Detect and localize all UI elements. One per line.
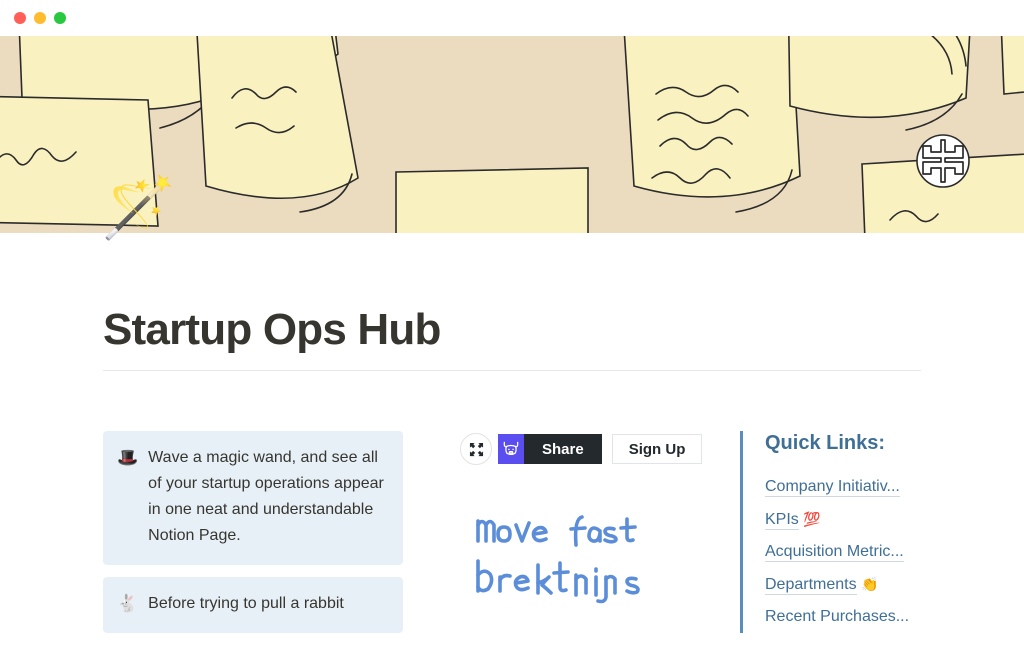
quick-link-label: Departments	[765, 576, 857, 595]
quick-link-label: Company Initiativ...	[765, 478, 900, 497]
sign-up-button[interactable]: Sign Up	[611, 434, 703, 464]
page-body: Startup Ops Hub 🎩 Wave a magic wand, and…	[0, 233, 1024, 640]
callout-block-2[interactable]: 🐇 Before trying to pull a rabbit	[103, 577, 403, 633]
bull-head-logo-icon[interactable]	[498, 434, 524, 464]
quick-link-company-initiatives[interactable]: Company Initiativ...	[765, 471, 940, 503]
window-minimize-button[interactable]	[34, 12, 46, 24]
quick-link-label: Recent Purchases...	[765, 608, 910, 625]
quick-links-block: Quick Links: Company Initiativ... KPIs 💯…	[740, 431, 940, 633]
quick-link-kpis[interactable]: KPIs 💯	[765, 503, 940, 536]
window-maximize-button[interactable]	[54, 12, 66, 24]
quick-links-title: Quick Links:	[765, 432, 886, 454]
callout-text-2: Before trying to pull a rabbit	[148, 595, 344, 612]
hundred-points-emoji: 💯	[803, 511, 821, 527]
quick-link-label: Acquisition Metric...	[765, 543, 904, 562]
quick-link-departments[interactable]: Departments 👏	[765, 568, 940, 601]
clapping-hands-emoji: 👏	[861, 576, 879, 592]
expand-icon[interactable]	[460, 433, 492, 465]
callout-text-1: Wave a magic wand, and see all of your s…	[148, 449, 384, 544]
embed-toolbar: Share Sign Up	[460, 431, 720, 467]
middle-column: Share Sign Up	[460, 431, 720, 610]
window-titlebar	[0, 0, 1024, 36]
page-icon-magic-wand[interactable]: 🪄	[101, 178, 176, 238]
quick-link-recent-purchases[interactable]: Recent Purchases...	[765, 601, 940, 633]
quick-link-label: KPIs	[765, 511, 799, 530]
callout-block-1[interactable]: 🎩 Wave a magic wand, and see all of your…	[103, 431, 403, 565]
page-title[interactable]: Startup Ops Hub	[103, 305, 441, 355]
handwritten-note	[472, 505, 720, 610]
window-close-button[interactable]	[14, 12, 26, 24]
top-hat-emoji: 🎩	[117, 448, 139, 467]
right-column: Quick Links: Company Initiativ... KPIs 💯…	[740, 431, 940, 633]
left-column: 🎩 Wave a magic wand, and see all of your…	[103, 431, 403, 645]
quick-link-acquisition-metrics[interactable]: Acquisition Metric...	[765, 536, 940, 568]
title-divider	[103, 370, 921, 371]
share-button[interactable]: Share	[524, 434, 602, 464]
rabbit-emoji: 🐇	[117, 594, 139, 613]
